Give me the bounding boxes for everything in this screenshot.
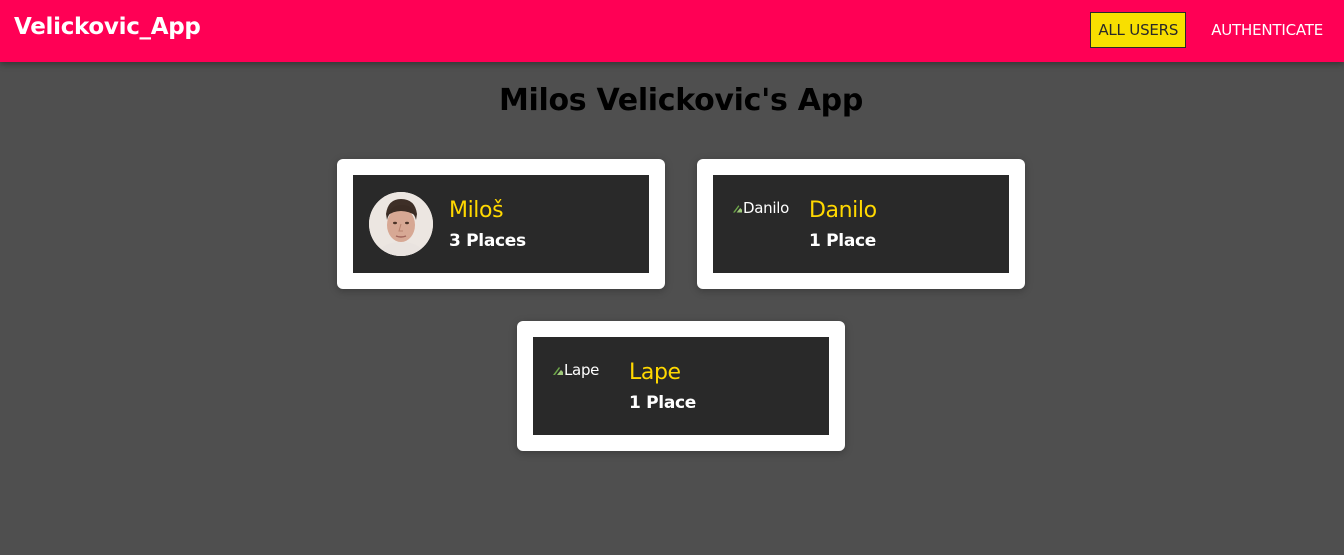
nav-authenticate[interactable]: AUTHENTICATE	[1204, 13, 1330, 47]
avatar: Lape	[549, 354, 613, 418]
broken-image-icon	[733, 205, 743, 213]
user-card-link[interactable]: Lape Lape 1 Place	[533, 337, 829, 435]
nav-all-users[interactable]: ALL USERS	[1090, 12, 1187, 48]
user-places-count: 1 Place	[629, 392, 697, 413]
user-info: Lape 1 Place	[629, 360, 696, 413]
user-card-link[interactable]: Danilo Danilo 1 Place	[713, 175, 1009, 273]
avatar	[369, 192, 433, 256]
broken-image: Danilo	[733, 199, 789, 217]
broken-image-alt: Danilo	[743, 199, 789, 217]
broken-image: Lape	[553, 361, 609, 379]
user-info: Miloš 3 Places	[449, 198, 526, 251]
user-places-count: 3 Places	[449, 230, 526, 251]
page-title: Milos Velickovic's App	[498, 83, 864, 118]
user-name: Miloš	[449, 197, 504, 223]
broken-image-alt: Lape	[564, 361, 600, 379]
user-card: Danilo Danilo 1 Place	[697, 159, 1025, 289]
avatar-photo	[369, 192, 433, 256]
user-card: Lape Lape 1 Place	[517, 321, 845, 451]
main-header: Velickovic_App ALL USERS AUTHENTICATE	[0, 0, 1344, 62]
main-nav: ALL USERS AUTHENTICATE	[1072, 12, 1330, 48]
user-name: Lape	[629, 359, 681, 385]
user-places-count: 1 Place	[809, 230, 877, 251]
broken-image-icon	[553, 367, 563, 375]
user-info: Danilo 1 Place	[809, 198, 877, 251]
user-card-link[interactable]: Miloš 3 Places	[353, 175, 649, 273]
user-name: Danilo	[809, 197, 877, 223]
brand-link[interactable]: Velickovic_App	[14, 14, 201, 40]
user-card: Miloš 3 Places	[337, 159, 665, 289]
avatar: Danilo	[729, 192, 793, 256]
